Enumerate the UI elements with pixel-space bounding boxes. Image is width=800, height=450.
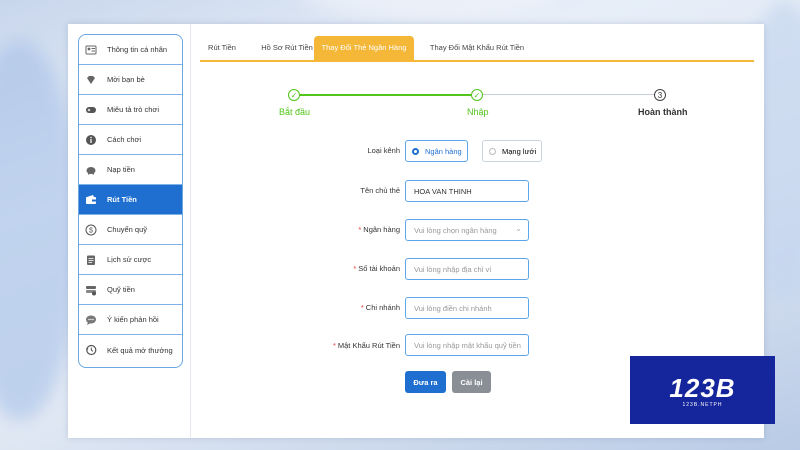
sidebar-item[interactable]: Rút Tiền — [79, 185, 182, 215]
piggy-bank-icon — [85, 164, 97, 176]
holder-input[interactable]: HOA VAN THINH — [405, 180, 529, 202]
channel-option-bank[interactable]: Ngân hàng — [405, 140, 468, 162]
step-label-start: Bắt đầu — [279, 107, 311, 117]
sidebar-item[interactable]: Miêu tả trò chơi — [79, 95, 182, 125]
sidebar-item-label: Rút Tiền — [107, 195, 137, 204]
radio-selected-icon — [412, 147, 419, 155]
wallet-icon — [85, 194, 97, 206]
channel-option-network[interactable]: Mạng lưới — [482, 140, 542, 162]
sidebar-item-label: Quỹ tiền — [107, 285, 135, 294]
password-label: * Mật Khẩu Rút Tiền — [332, 341, 400, 350]
step-connector — [300, 94, 471, 96]
sidebar-item[interactable]: Thông tin cá nhân — [79, 35, 182, 65]
account-label: * Số tài khoản — [353, 264, 400, 273]
sidebar-item-label: Chuyển quỹ — [107, 225, 148, 234]
tab-bar: Rút Tiền Hồ Sơ Rút Tiền Thay Đổi Thẻ Ngâ… — [200, 36, 754, 62]
user-card-icon — [85, 44, 97, 56]
account-input[interactable]: Vui lòng nhập địa chỉ ví — [405, 258, 529, 280]
step-label-input: Nhập — [467, 107, 489, 117]
bank-label: * Ngân hàng — [358, 225, 400, 234]
sidebar-menu: Thông tin cá nhân Mời bạn bè Miêu tả trò c… — [78, 34, 183, 368]
withdraw-password-input[interactable]: Vui lòng nhập mật khẩu quỹ tiền — [405, 334, 529, 356]
tab-change-bank-card[interactable]: Thay Đổi Thẻ Ngân Hàng — [314, 36, 414, 60]
sidebar-item-label: Ý kiến phản hồi — [107, 315, 159, 324]
sidebar-item-label: Kết quả mở thưởng — [107, 345, 173, 355]
radio-icon — [489, 147, 496, 155]
sidebar-item[interactable]: Mời bạn bè — [79, 65, 182, 95]
submit-button[interactable]: Đưa ra — [405, 371, 446, 393]
step-connector — [483, 94, 654, 95]
sidebar-item[interactable]: Lịch sử cược — [79, 245, 182, 275]
svg-text:$: $ — [89, 227, 93, 234]
sidebar-item[interactable]: Quỹ tiền — [79, 275, 182, 305]
dollar-coin-icon: $ — [85, 224, 97, 236]
sidebar-item-label: Cách chơi — [107, 135, 142, 144]
sidebar-item-label: Lịch sử cược — [107, 255, 152, 264]
reset-button[interactable]: Cài lại — [452, 371, 491, 393]
sidebar-item-label: Mời bạn bè — [107, 75, 145, 84]
holder-label: Tên chủ thẻ — [360, 186, 400, 195]
step-check-icon: ✓ — [471, 89, 483, 101]
chevron-down-icon: ⌄ — [515, 224, 522, 233]
sidebar-item[interactable]: Ý kiến phản hồi — [79, 305, 182, 335]
branch-label: * Chi nhánh — [360, 303, 400, 312]
sidebar-item-label: Miêu tả trò chơi — [107, 105, 160, 114]
bank-select[interactable]: Vui lòng chọn ngân hàng ⌄ — [405, 219, 529, 241]
sidebar-item[interactable]: Nạp tiền — [79, 155, 182, 185]
info-icon — [85, 134, 97, 146]
sidebar-item[interactable]: $ Chuyển quỹ — [79, 215, 182, 245]
background-blur — [300, 0, 560, 20]
step-label-complete: Hoàn thành — [638, 107, 688, 117]
sidebar-item-label: Thông tin cá nhân — [107, 45, 168, 54]
channel-label: Loại kênh — [367, 146, 400, 155]
history-icon — [85, 344, 97, 356]
sidebar-item[interactable]: Kết quả mở thưởng — [79, 335, 182, 365]
step-check-icon: ✓ — [288, 89, 300, 101]
divider — [190, 24, 191, 438]
tab-change-withdraw-password[interactable]: Thay Đổi Mật Khẩu Rút Tiền — [420, 36, 534, 60]
diamond-icon — [85, 74, 97, 86]
chat-bubble-icon — [85, 314, 97, 326]
gamepad-icon — [85, 104, 97, 116]
clipboard-icon — [85, 254, 97, 266]
tab-withdraw[interactable]: Rút Tiền — [200, 36, 244, 60]
branch-input[interactable]: Vui lòng điền chi nhánh — [405, 297, 529, 319]
sidebar-item[interactable]: Cách chơi — [79, 125, 182, 155]
money-stack-icon — [85, 284, 97, 296]
step-number: 3 — [654, 89, 666, 101]
brand-logo: 123B 123B.NETPH — [630, 356, 775, 424]
sidebar-item-label: Nạp tiền — [107, 165, 135, 174]
